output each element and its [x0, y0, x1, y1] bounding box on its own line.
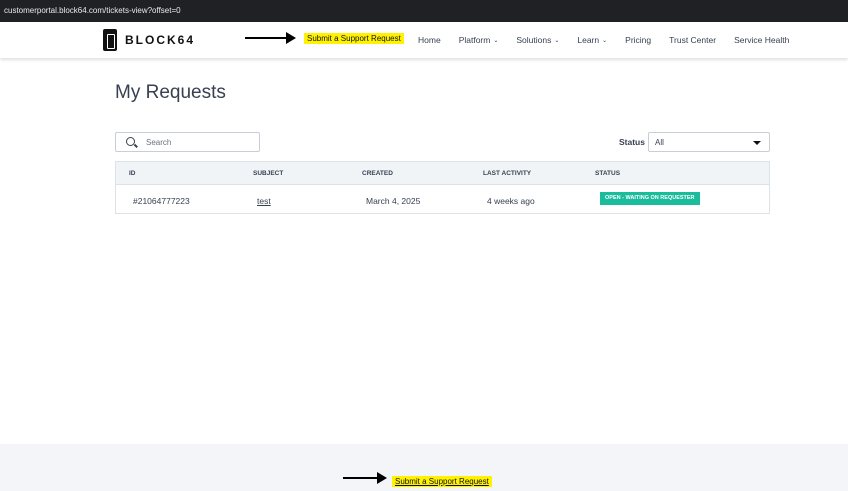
- search-placeholder: Search: [146, 138, 172, 147]
- nav-label: Platform: [458, 35, 491, 45]
- nav-solutions[interactable]: Solutions ⌄: [516, 35, 559, 45]
- nav-label: Pricing: [625, 35, 652, 45]
- nav-home[interactable]: Home: [418, 35, 441, 45]
- logo-text: BLOCK64: [125, 33, 196, 47]
- requests-table: ID SUBJECT CREATED LAST ACTIVITY STATUS …: [115, 161, 770, 214]
- logo-icon: [103, 29, 117, 51]
- page-title: My Requests: [115, 82, 226, 103]
- site-header: BLOCK64 Submit a Support Request Home Pl…: [0, 22, 848, 58]
- search-icon: [126, 137, 135, 146]
- column-header-id: ID: [129, 170, 136, 177]
- ticket-id: #21064777223: [133, 196, 190, 206]
- chevron-down-icon: ⌄: [493, 37, 499, 44]
- block64-logo[interactable]: BLOCK64: [103, 29, 195, 51]
- nav-learn[interactable]: Learn ⌄: [577, 35, 607, 45]
- chevron-down-icon: ⌄: [554, 37, 560, 44]
- submit-support-request-link[interactable]: Submit a Support Request: [304, 33, 404, 44]
- footer-submit-support-request-link[interactable]: Submit a Support Request: [392, 476, 492, 487]
- table-header: ID SUBJECT CREATED LAST ACTIVITY STATUS: [116, 162, 769, 185]
- caret-down-icon: [753, 141, 761, 145]
- chevron-down-icon: ⌄: [602, 37, 608, 44]
- column-header-status: STATUS: [595, 170, 621, 177]
- column-header-subject: SUBJECT: [253, 170, 284, 177]
- main-nav: Home Platform ⌄ Solutions ⌄ Learn ⌄ Pricing…: [418, 22, 807, 58]
- status-filter-label: Status: [619, 137, 645, 147]
- nav-label: Service Health: [734, 35, 790, 45]
- column-header-created: CREATED: [362, 170, 393, 177]
- annotation-arrow-icon: [245, 32, 296, 44]
- page-footer: Submit a Support Request: [0, 444, 848, 491]
- ticket-created: March 4, 2025: [366, 196, 421, 206]
- status-filter-value: All: [655, 138, 664, 147]
- nav-service-health[interactable]: Service Health: [734, 35, 789, 45]
- nav-label: Solutions: [516, 35, 552, 45]
- nav-platform[interactable]: Platform ⌄: [459, 35, 499, 45]
- address-bar[interactable]: customerportal.block64.com/tickets-view?…: [0, 0, 848, 22]
- annotation-arrow-icon: [343, 472, 387, 484]
- ticket-last-activity: 4 weeks ago: [487, 196, 535, 206]
- nav-pricing[interactable]: Pricing: [625, 35, 651, 45]
- status-badge: OPEN - WAITING ON REQUESTER: [600, 192, 700, 205]
- nav-trust-center[interactable]: Trust Center: [669, 35, 716, 45]
- column-header-last-activity: LAST ACTIVITY: [483, 170, 532, 177]
- status-filter-select[interactable]: All: [648, 132, 770, 152]
- search-input[interactable]: Search: [115, 132, 260, 152]
- nav-label: Trust Center: [669, 35, 717, 45]
- nav-label: Learn: [577, 35, 600, 45]
- nav-label: Home: [418, 35, 441, 45]
- ticket-subject-link[interactable]: test: [257, 196, 271, 206]
